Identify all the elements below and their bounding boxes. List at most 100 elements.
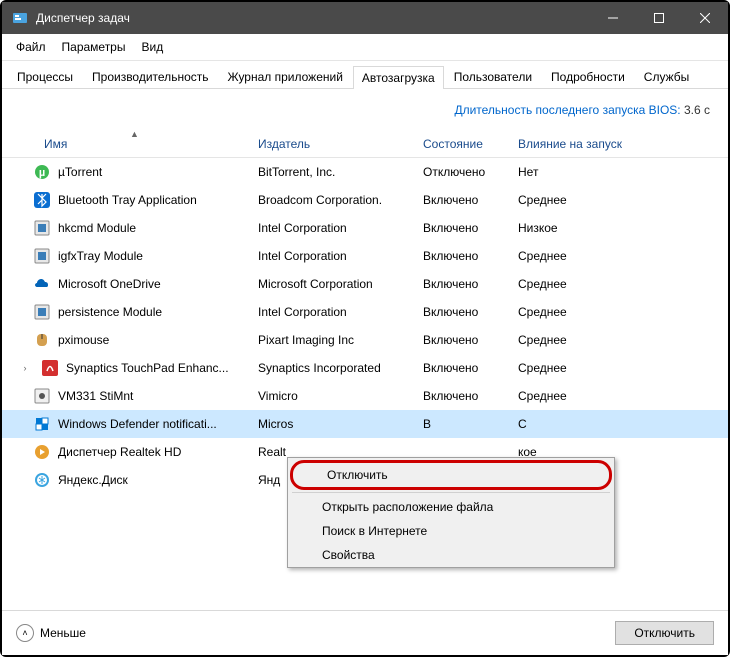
row-publisher: Intel Corporation — [250, 249, 415, 263]
row-impact: Низкое — [510, 221, 640, 235]
onedrive-icon — [34, 276, 50, 292]
row-name: Microsoft OneDrive — [58, 277, 161, 291]
row-status: Включено — [415, 333, 510, 347]
expand-icon[interactable]: › — [20, 363, 30, 373]
pximouse-icon — [34, 332, 50, 348]
row-name: hkcmd Module — [58, 221, 136, 235]
table-header: ▲ Имя Издатель Состояние Влияние на запу… — [2, 131, 728, 158]
synaptics-icon — [42, 360, 58, 376]
row-status: В — [415, 417, 510, 431]
tab-users[interactable]: Пользователи — [445, 65, 541, 88]
row-status: Включено — [415, 389, 510, 403]
row-name: igfxTray Module — [58, 249, 143, 263]
maximize-button[interactable] — [636, 2, 682, 34]
close-button[interactable] — [682, 2, 728, 34]
row-publisher: Vimicro — [250, 389, 415, 403]
row-name: Synaptics TouchPad Enhanc... — [66, 361, 229, 375]
vm331-icon — [34, 388, 50, 404]
row-status: Включено — [415, 305, 510, 319]
less-label: Меньше — [40, 626, 86, 640]
footer: ˄ Меньше Отключить — [2, 610, 728, 655]
row-name: µTorrent — [58, 165, 102, 179]
context-open-location[interactable]: Открыть расположение файла — [288, 495, 614, 519]
table-row[interactable]: igfxTray Module Intel CorporationВключено… — [2, 242, 728, 270]
row-impact: Среднее — [510, 389, 640, 403]
row-publisher: Intel Corporation — [250, 221, 415, 235]
context-properties[interactable]: Свойства — [288, 543, 614, 567]
chevron-up-icon: ˄ — [16, 624, 34, 642]
table-row[interactable]: persistence ModuleIntel CorporationВключ… — [2, 298, 728, 326]
row-impact: С — [510, 417, 640, 431]
tab-startup[interactable]: Автозагрузка — [353, 66, 444, 89]
separator — [292, 492, 610, 493]
minimize-button[interactable] — [590, 2, 636, 34]
column-impact[interactable]: Влияние на запуск — [510, 131, 640, 157]
realtek-icon — [34, 444, 50, 460]
row-publisher: Broadcom Corporation. — [250, 193, 415, 207]
menu-view[interactable]: Вид — [135, 38, 169, 56]
row-name: Яндекс.Диск — [58, 473, 128, 487]
row-impact: Среднее — [510, 277, 640, 291]
tabbar: Процессы Производительность Журнал прило… — [2, 61, 728, 89]
row-name: Bluetooth Tray Application — [58, 193, 197, 207]
bios-info: Длительность последнего запуска BIOS: 3.… — [2, 89, 728, 131]
window-title: Диспетчер задач — [36, 11, 590, 25]
row-publisher: Micros — [250, 417, 415, 431]
row-status: Включено — [415, 277, 510, 291]
intel-icon — [34, 248, 50, 264]
row-publisher: Pixart Imaging Inc — [250, 333, 415, 347]
table-row[interactable]: hkcmd Module Intel CorporationВключеноНиз… — [2, 214, 728, 242]
disable-button[interactable]: Отключить — [615, 621, 714, 645]
svg-text:µ: µ — [39, 167, 45, 179]
table-row[interactable]: Microsoft OneDrive Microsoft CorporationВ… — [2, 270, 728, 298]
column-publisher[interactable]: Издатель — [250, 131, 415, 157]
tab-performance[interactable]: Производительность — [83, 65, 217, 88]
table-row[interactable]: Bluetooth Tray Application Broadcom Corpo… — [2, 186, 728, 214]
row-name: Windows Defender notificati... — [58, 417, 217, 431]
row-status: Включено — [415, 249, 510, 263]
table-row[interactable]: › Synaptics TouchPad Enhanc... Synaptics I… — [2, 354, 728, 382]
row-publisher: BitTorrent, Inc. — [250, 165, 415, 179]
row-name: VM331 StiMnt — [58, 389, 133, 403]
yandex-icon — [34, 472, 50, 488]
row-status: Включено — [415, 193, 510, 207]
tab-services[interactable]: Службы — [635, 65, 698, 88]
row-publisher: Synaptics Incorporated — [250, 361, 415, 375]
context-disable[interactable]: Отключить — [290, 460, 612, 490]
intel-icon — [34, 304, 50, 320]
column-name[interactable]: ▲ Имя — [10, 131, 250, 157]
bios-label: Длительность последнего запуска BIOS: — [454, 103, 680, 117]
row-name: pximouse — [58, 333, 109, 347]
menu-file[interactable]: Файл — [10, 38, 52, 56]
tab-app-history[interactable]: Журнал приложений — [219, 65, 352, 88]
titlebar: Диспетчер задач — [2, 2, 728, 34]
utorrent-icon: µ — [34, 164, 50, 180]
row-impact: Среднее — [510, 361, 640, 375]
row-impact: Среднее — [510, 193, 640, 207]
bluetooth-icon — [34, 192, 50, 208]
menu-options[interactable]: Параметры — [56, 38, 132, 56]
row-name: persistence Module — [58, 305, 162, 319]
tab-processes[interactable]: Процессы — [8, 65, 82, 88]
context-menu: Отключить Открыть расположение файла Пои… — [287, 457, 615, 568]
table-row[interactable]: pximouse Pixart Imaging IncВключеноСредне… — [2, 326, 728, 354]
context-search-web[interactable]: Поиск в Интернете — [288, 519, 614, 543]
menubar: Файл Параметры Вид — [2, 34, 728, 61]
column-status[interactable]: Состояние — [415, 131, 510, 157]
row-status: Включено — [415, 361, 510, 375]
row-impact: Среднее — [510, 333, 640, 347]
row-impact: Среднее — [510, 305, 640, 319]
tab-details[interactable]: Подробности — [542, 65, 634, 88]
row-impact: Среднее — [510, 249, 640, 263]
bios-value: 3.6 с — [684, 103, 710, 117]
table-row[interactable]: VM331 StiMnt VimicroВключеноСреднее — [2, 382, 728, 410]
less-button[interactable]: ˄ Меньше — [16, 624, 86, 642]
sort-arrow-icon: ▲ — [130, 129, 139, 139]
table-row[interactable]: µµTorrentBitTorrent, Inc.ОтключеноНет — [2, 158, 728, 186]
table-row[interactable]: Windows Defender notificati... MicrosВС — [2, 410, 728, 438]
row-status: Отключено — [415, 165, 510, 179]
row-status: Включено — [415, 221, 510, 235]
intel-icon — [34, 220, 50, 236]
row-publisher: Microsoft Corporation — [250, 277, 415, 291]
app-icon — [12, 10, 28, 26]
